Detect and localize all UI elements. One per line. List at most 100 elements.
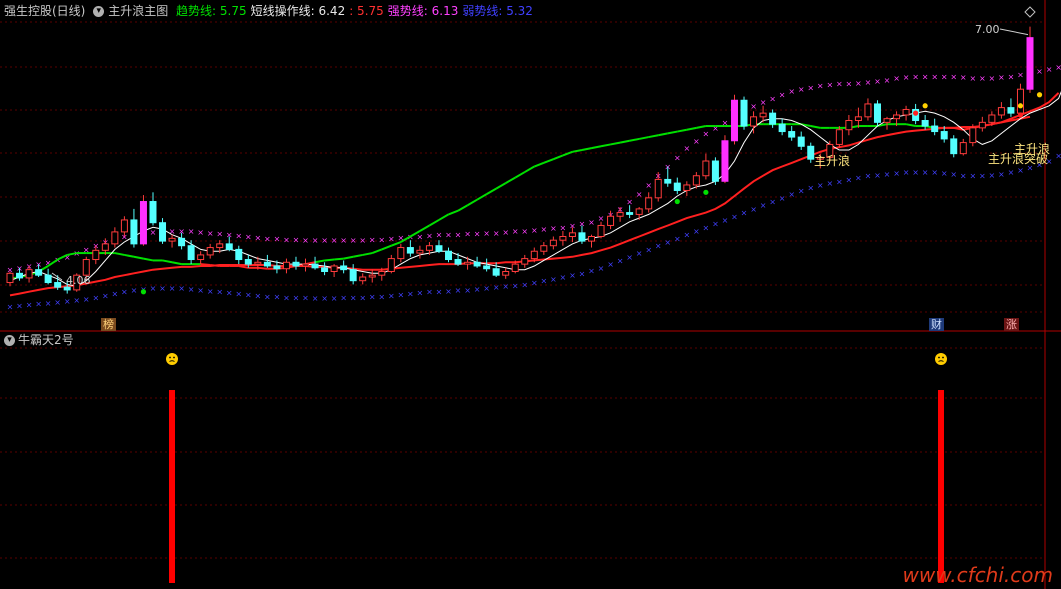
candle-body <box>397 247 405 260</box>
trend-line-segment <box>352 253 363 258</box>
weak-line-mark: × <box>350 293 357 302</box>
weak-line-mark: × <box>254 291 261 300</box>
candle-body <box>406 247 414 254</box>
indicator-value-2: : 5.75 <box>349 4 384 18</box>
watermark: www.cfchi.com <box>902 563 1054 587</box>
strong-line-mark: × <box>197 228 204 237</box>
strong-line-mark: × <box>302 236 309 245</box>
candle-body <box>597 224 605 238</box>
candle-body <box>788 131 796 138</box>
weak-line-mark: × <box>312 294 319 303</box>
candle <box>931 118 939 136</box>
candle-body <box>349 269 357 282</box>
strong-line-mark: × <box>817 82 824 91</box>
weak-line-mark: × <box>169 284 176 293</box>
candle-body <box>120 219 128 233</box>
candle-body <box>673 182 681 191</box>
candle-body <box>607 215 615 226</box>
weak-line-mark: × <box>846 175 853 184</box>
candle-body <box>635 208 643 215</box>
candle <box>206 243 214 259</box>
trend-line-segment <box>533 161 545 168</box>
strong-line-mark: × <box>474 230 481 239</box>
signal-dots: 7.004.06主升浪 主升浪突破主升浪 <box>51 6 1050 295</box>
candle-body <box>807 145 815 160</box>
weak-line-mark: × <box>750 205 757 214</box>
candle-body <box>626 212 634 215</box>
weak-line-mark: × <box>359 293 366 302</box>
smiley-eye <box>938 356 940 359</box>
candle-body <box>902 108 910 116</box>
candle <box>997 102 1005 119</box>
candle <box>788 126 796 141</box>
candle <box>406 240 414 257</box>
candle-body <box>750 116 758 127</box>
tag-zhang[interactable]: 涨 <box>1004 318 1019 331</box>
candle <box>702 153 710 180</box>
candle-body <box>988 114 996 123</box>
trend-line-segment <box>438 213 450 221</box>
indicator-value-4: 弱势线: 5.32 <box>462 4 533 18</box>
indicator-value-0: 趋势线: 5.75 <box>176 4 247 18</box>
candle-body <box>1007 107 1015 114</box>
candle <box>950 135 958 158</box>
candle-body <box>244 259 252 265</box>
strong-line-mark: × <box>893 74 900 83</box>
strong-line-mark: × <box>846 80 853 89</box>
indicator-name[interactable]: 主升浪主图 <box>108 4 168 18</box>
strong-line-mark: × <box>788 87 795 96</box>
weak-line-mark: × <box>1008 168 1015 177</box>
candle-body <box>254 261 262 265</box>
candle-body <box>445 250 453 261</box>
trend-line-segment <box>562 150 573 157</box>
candle-body <box>82 259 90 276</box>
stock-name[interactable]: 强生控股(日线) <box>4 4 85 18</box>
weak-line-mark: × <box>159 284 166 293</box>
weak-line-mark: × <box>826 179 833 188</box>
candle <box>959 138 967 156</box>
chevron-down-icon[interactable]: ▾ <box>93 6 105 17</box>
candle-body <box>330 265 338 272</box>
trend-line-segment <box>114 252 125 256</box>
weak-line-mark: × <box>150 284 157 293</box>
strong-line-mark: × <box>369 235 376 244</box>
candle <box>159 218 167 244</box>
candle-body <box>111 231 119 245</box>
trend-line-segment <box>629 137 640 142</box>
candle <box>521 254 529 268</box>
strong-line-mark: × <box>912 72 919 81</box>
trend-line-segment <box>334 257 344 261</box>
weak-line-mark: × <box>979 172 986 181</box>
indicator-value-3: 强势线: 6.13 <box>387 4 459 18</box>
candle-body <box>311 263 319 269</box>
candle-body <box>530 250 538 260</box>
tag-bang[interactable]: 榜 <box>101 318 116 331</box>
trend-line-segment <box>162 259 173 264</box>
weak-line-mark: × <box>264 292 271 301</box>
candle <box>349 264 357 285</box>
sub-panel-title[interactable]: 牛霸天2号 <box>18 333 74 347</box>
candle <box>502 267 510 279</box>
strong-line-mark: × <box>1017 70 1024 79</box>
strong-line-mark: × <box>807 83 814 92</box>
candle <box>397 243 405 263</box>
high-price-pointer <box>999 28 1029 36</box>
trend-line-segment <box>667 130 678 135</box>
candle-body <box>587 236 595 242</box>
strong-line-mark: × <box>884 76 891 85</box>
strong-line-mark: × <box>626 198 633 207</box>
candle <box>1007 98 1015 117</box>
strong-line-mark: × <box>245 233 252 242</box>
weak-line-mark: × <box>102 291 109 300</box>
candle-body <box>730 99 738 142</box>
tag-cai[interactable]: 财 <box>929 318 944 331</box>
trend-line-segment <box>124 253 135 258</box>
strong-line-mark: × <box>931 72 938 81</box>
strong-line-mark: × <box>293 235 300 244</box>
candle <box>416 245 424 259</box>
chevron-down-icon[interactable]: ▾ <box>4 335 15 346</box>
trend-line-segment <box>343 255 354 260</box>
trend-line-segment <box>448 209 459 216</box>
weak-line-mark: × <box>683 231 690 240</box>
weak-line-mark: × <box>855 174 862 183</box>
